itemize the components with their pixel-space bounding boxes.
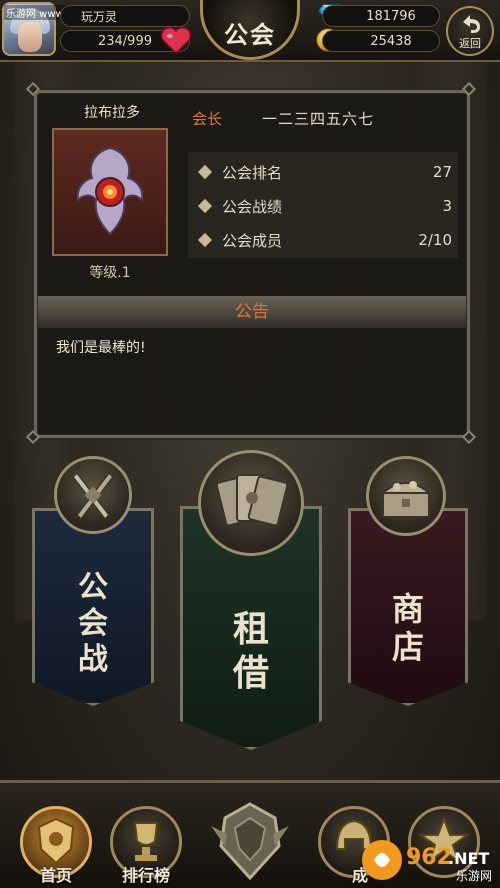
nav-ranking-label: 排行榜 xyxy=(121,866,170,885)
site-logo-icon: 962 .NET 乐游网 xyxy=(362,840,492,883)
stat-row-members: 公会成员 2/10 xyxy=(188,224,458,256)
stat-value: 3 xyxy=(442,197,452,215)
top-bar: 乐游网 www.962.net 玩万灵 234/999 公会 181796 25… xyxy=(0,0,500,62)
player-name: 玩万灵 xyxy=(60,5,190,27)
cards-icon xyxy=(215,474,289,527)
watermark-number: 962 xyxy=(406,845,452,870)
heart-icon xyxy=(160,26,192,54)
guild-war-label-text: 公会战 xyxy=(78,570,108,677)
center-crest-icon xyxy=(211,802,289,881)
avatar-face xyxy=(18,22,42,52)
stat-row-record: 公会战绩 3 xyxy=(188,190,458,222)
stat-label: 公会成员 xyxy=(222,231,283,250)
nav-home-label: 首页 xyxy=(39,866,72,885)
notice-header: 公告 xyxy=(38,296,466,328)
stat-value: 2/10 xyxy=(418,231,452,249)
guild-emblem[interactable] xyxy=(52,128,168,256)
leader-name: 一二三四五六七 xyxy=(262,110,375,128)
gem-count: 181796 xyxy=(322,5,440,27)
stat-row-rank: 公会排名 27 xyxy=(188,156,458,188)
stat-value: 27 xyxy=(432,163,452,181)
notice-text: 我们是最棒的! xyxy=(56,340,146,356)
crossed-swords-icon xyxy=(72,471,114,521)
guild-war-label: 公会战 xyxy=(32,570,154,678)
stat-label: 公会排名 xyxy=(222,163,283,182)
back-arrow-icon xyxy=(463,15,480,33)
watermark-logo: 962 .NET 乐游网 xyxy=(360,836,496,884)
leader-label: 会长 xyxy=(192,110,223,128)
treasure-chest-icon xyxy=(380,481,432,518)
diamond-bullet-icon xyxy=(197,198,213,214)
guild-war-medal xyxy=(54,456,132,534)
page-title-medal: 公会 xyxy=(200,0,300,60)
back-button-label: 返回 xyxy=(459,37,481,50)
rent-label: 租借 xyxy=(180,608,322,696)
rent-label-text: 租借 xyxy=(232,609,269,694)
guild-name: 拉布拉多 xyxy=(84,105,140,121)
coin-count: 25438 xyxy=(322,30,440,52)
shop-label-text: 商店 xyxy=(391,590,424,666)
shop-medal xyxy=(366,456,446,536)
shop-label: 商店 xyxy=(348,590,468,666)
rent-medal xyxy=(198,450,304,556)
guild-level: 等级.1 xyxy=(89,265,131,281)
diamond-bullet-icon xyxy=(197,164,213,180)
watermark-suffix: .NET xyxy=(448,849,489,868)
stat-label: 公会战绩 xyxy=(222,197,283,216)
guild-crest-icon xyxy=(76,146,144,236)
watermark-site: 乐游网 xyxy=(456,869,492,883)
diamond-bullet-icon xyxy=(197,232,213,248)
back-button[interactable]: 返回 xyxy=(446,6,494,56)
page-title: 公会 xyxy=(224,20,276,49)
